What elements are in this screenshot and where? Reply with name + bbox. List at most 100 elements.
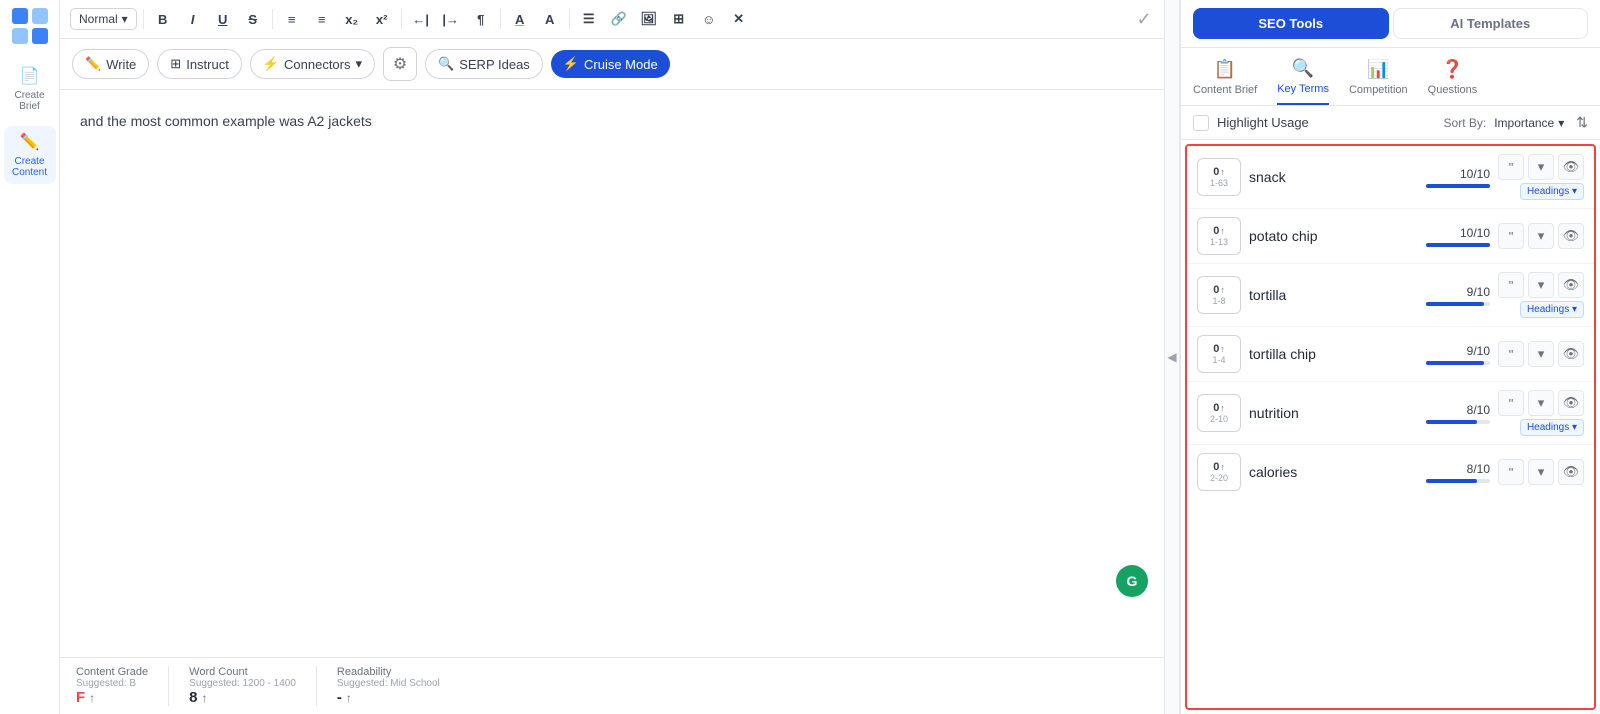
quote-btn-calories[interactable]: "	[1498, 459, 1524, 485]
gear-icon: ⚙	[393, 54, 407, 74]
headings-tag-nutrition[interactable]: Headings ▾	[1520, 419, 1584, 436]
font-color-button[interactable]: A	[507, 6, 533, 32]
eye-btn-snack[interactable]: 👁	[1558, 154, 1584, 180]
score-info-calories: 8/10	[1420, 462, 1490, 483]
strikethrough-button[interactable]: S	[240, 6, 266, 32]
score-badge-calories[interactable]: 0 ↑ 2-20	[1197, 453, 1241, 491]
eye-btn-nutrition[interactable]: 👁	[1558, 390, 1584, 416]
app-logo	[12, 8, 48, 44]
formatting-toolbar: Normal ▾ B I U S ≡ ≡ x₂ x² ←| |→ ¶ A A ☰…	[60, 0, 1164, 39]
eye-btn-tortilla[interactable]: 👁	[1558, 272, 1584, 298]
highlight-bar: Highlight Usage Sort By: Importance ▾ ⇅	[1181, 106, 1600, 140]
cruise-mode-button[interactable]: ⚡ Cruise Mode	[551, 50, 670, 78]
quote-btn-snack[interactable]: "	[1498, 154, 1524, 180]
readability-status: Readability Suggested: Mid School - ↑	[317, 666, 460, 706]
tab-questions[interactable]: ❓ Questions	[1428, 59, 1478, 104]
create-brief-icon: 📄	[20, 66, 40, 86]
score-up-icon: ↑	[1220, 167, 1225, 177]
list-item: 0 ↑ 2-20 calories 8/10 " ▾ 👁	[1187, 445, 1594, 499]
quote-btn-potato-chip[interactable]: "	[1498, 223, 1524, 249]
chevron-btn-nutrition[interactable]: ▾	[1528, 390, 1554, 416]
emoji-button[interactable]: ☺	[696, 6, 722, 32]
headings-tag-tortilla[interactable]: Headings ▾	[1520, 301, 1584, 318]
key-terms-tab-icon: 🔍	[1292, 58, 1314, 79]
eye-btn-tortilla-chip[interactable]: 👁	[1558, 341, 1584, 367]
eye-btn-potato-chip[interactable]: 👁	[1558, 223, 1584, 249]
toolbar-collapse-button[interactable]: ✓	[1134, 9, 1154, 29]
score-info-potato-chip: 10/10	[1420, 226, 1490, 247]
tab-competition[interactable]: 📊 Competition	[1349, 59, 1408, 104]
score-up-icon: ↑	[1220, 403, 1225, 413]
ordered-list-button[interactable]: ≡	[279, 6, 305, 32]
panel-collapse-handle[interactable]: ◀	[1164, 0, 1180, 714]
toolbar-divider-1	[143, 9, 144, 29]
score-info-nutrition: 8/10	[1420, 403, 1490, 424]
grade-value: F ↑	[76, 689, 148, 706]
instruct-button[interactable]: ⊞ Instruct	[157, 49, 242, 79]
quote-btn-nutrition[interactable]: "	[1498, 390, 1524, 416]
sub-toolbar: ✏️ Write ⊞ Instruct ⚡ Connectors ▾ ⚙ 🔍 S…	[60, 39, 1164, 90]
quote-btn-tortilla-chip[interactable]: "	[1498, 341, 1524, 367]
sidebar-item-create-content[interactable]: ✏️ Create Content	[4, 126, 56, 184]
term-name-potato-chip: potato chip	[1249, 228, 1412, 244]
sidebar-item-create-brief[interactable]: 📄 Create Brief	[4, 60, 56, 118]
term-meta-tortilla: " ▾ 👁 Headings ▾	[1498, 272, 1584, 318]
image-button[interactable]: 🖼	[636, 6, 662, 32]
format-select[interactable]: Normal ▾	[70, 8, 137, 30]
align-button[interactable]: ☰	[576, 6, 602, 32]
italic-button[interactable]: I	[180, 6, 206, 32]
unordered-list-button[interactable]: ≡	[309, 6, 335, 32]
toolbar-divider-4	[500, 9, 501, 29]
seo-tools-tab[interactable]: SEO Tools	[1193, 8, 1389, 39]
indent-left-button[interactable]: ←|	[408, 6, 434, 32]
editor-area[interactable]: and the most common example was A2 jacke…	[60, 90, 1164, 657]
chevron-btn-tortilla-chip[interactable]: ▾	[1528, 341, 1554, 367]
table-button[interactable]: ⊞	[666, 6, 692, 32]
underline-button[interactable]: U	[210, 6, 236, 32]
score-up-icon: ↑	[1220, 226, 1225, 236]
quote-btn-tortilla[interactable]: "	[1498, 272, 1524, 298]
sort-select[interactable]: Importance ▾	[1494, 116, 1564, 130]
chevron-btn-snack[interactable]: ▾	[1528, 154, 1554, 180]
score-bar-bg	[1426, 184, 1490, 188]
term-meta-calories: " ▾ 👁	[1498, 459, 1584, 485]
tab-key-terms[interactable]: 🔍 Key Terms	[1277, 58, 1329, 105]
score-badge-tortilla[interactable]: 0 ↑ 1-8	[1197, 276, 1241, 314]
eye-btn-calories[interactable]: 👁	[1558, 459, 1584, 485]
score-badge-tortilla-chip[interactable]: 0 ↑ 1-4	[1197, 335, 1241, 373]
sort-order-icon[interactable]: ⇅	[1576, 114, 1588, 131]
chevron-btn-potato-chip[interactable]: ▾	[1528, 223, 1554, 249]
score-badge-potato-chip[interactable]: 0 ↑ 1-13	[1197, 217, 1241, 255]
headings-tag-snack[interactable]: Headings ▾	[1520, 183, 1584, 200]
write-button[interactable]: ✏️ Write	[72, 49, 149, 79]
chevron-btn-tortilla[interactable]: ▾	[1528, 272, 1554, 298]
connectors-chevron-icon: ▾	[356, 56, 363, 72]
indent-right-button[interactable]: |→	[438, 6, 464, 32]
term-meta-snack: " ▾ 👁 Headings ▾	[1498, 154, 1584, 200]
subscript-button[interactable]: x₂	[339, 6, 365, 32]
bold-button[interactable]: B	[150, 6, 176, 32]
score-badge-nutrition[interactable]: 0 ↑ 2-10	[1197, 394, 1241, 432]
questions-tab-icon: ❓	[1441, 59, 1463, 80]
paragraph-button[interactable]: ¶	[468, 6, 494, 32]
score-info-tortilla-chip: 9/10	[1420, 344, 1490, 365]
highlight-button[interactable]: A	[537, 6, 563, 32]
link-button[interactable]: 🔗	[606, 6, 632, 32]
connectors-button[interactable]: ⚡ Connectors ▾	[250, 49, 375, 79]
editor-content: and the most common example was A2 jacke…	[80, 110, 1144, 132]
ai-templates-tab[interactable]: AI Templates	[1393, 8, 1589, 39]
score-badge-snack[interactable]: 0 ↑ 1-63	[1197, 158, 1241, 196]
word-count-status: Word Count Suggested: 1200 - 1400 8 ↑	[169, 666, 317, 706]
write-icon: ✏️	[85, 56, 101, 72]
instruct-icon: ⊞	[170, 56, 181, 72]
settings-button[interactable]: ⚙	[383, 47, 417, 81]
score-bar-fill	[1426, 184, 1490, 188]
chevron-btn-calories[interactable]: ▾	[1528, 459, 1554, 485]
highlight-usage-checkbox[interactable]	[1193, 115, 1209, 131]
grammarly-icon[interactable]: G	[1116, 565, 1148, 597]
serp-ideas-button[interactable]: 🔍 SERP Ideas	[425, 49, 543, 79]
superscript-button[interactable]: x²	[369, 6, 395, 32]
tab-content-brief[interactable]: 📋 Content Brief	[1193, 59, 1257, 104]
clear-format-button[interactable]: ✕	[726, 6, 752, 32]
term-name-snack: snack	[1249, 169, 1412, 185]
